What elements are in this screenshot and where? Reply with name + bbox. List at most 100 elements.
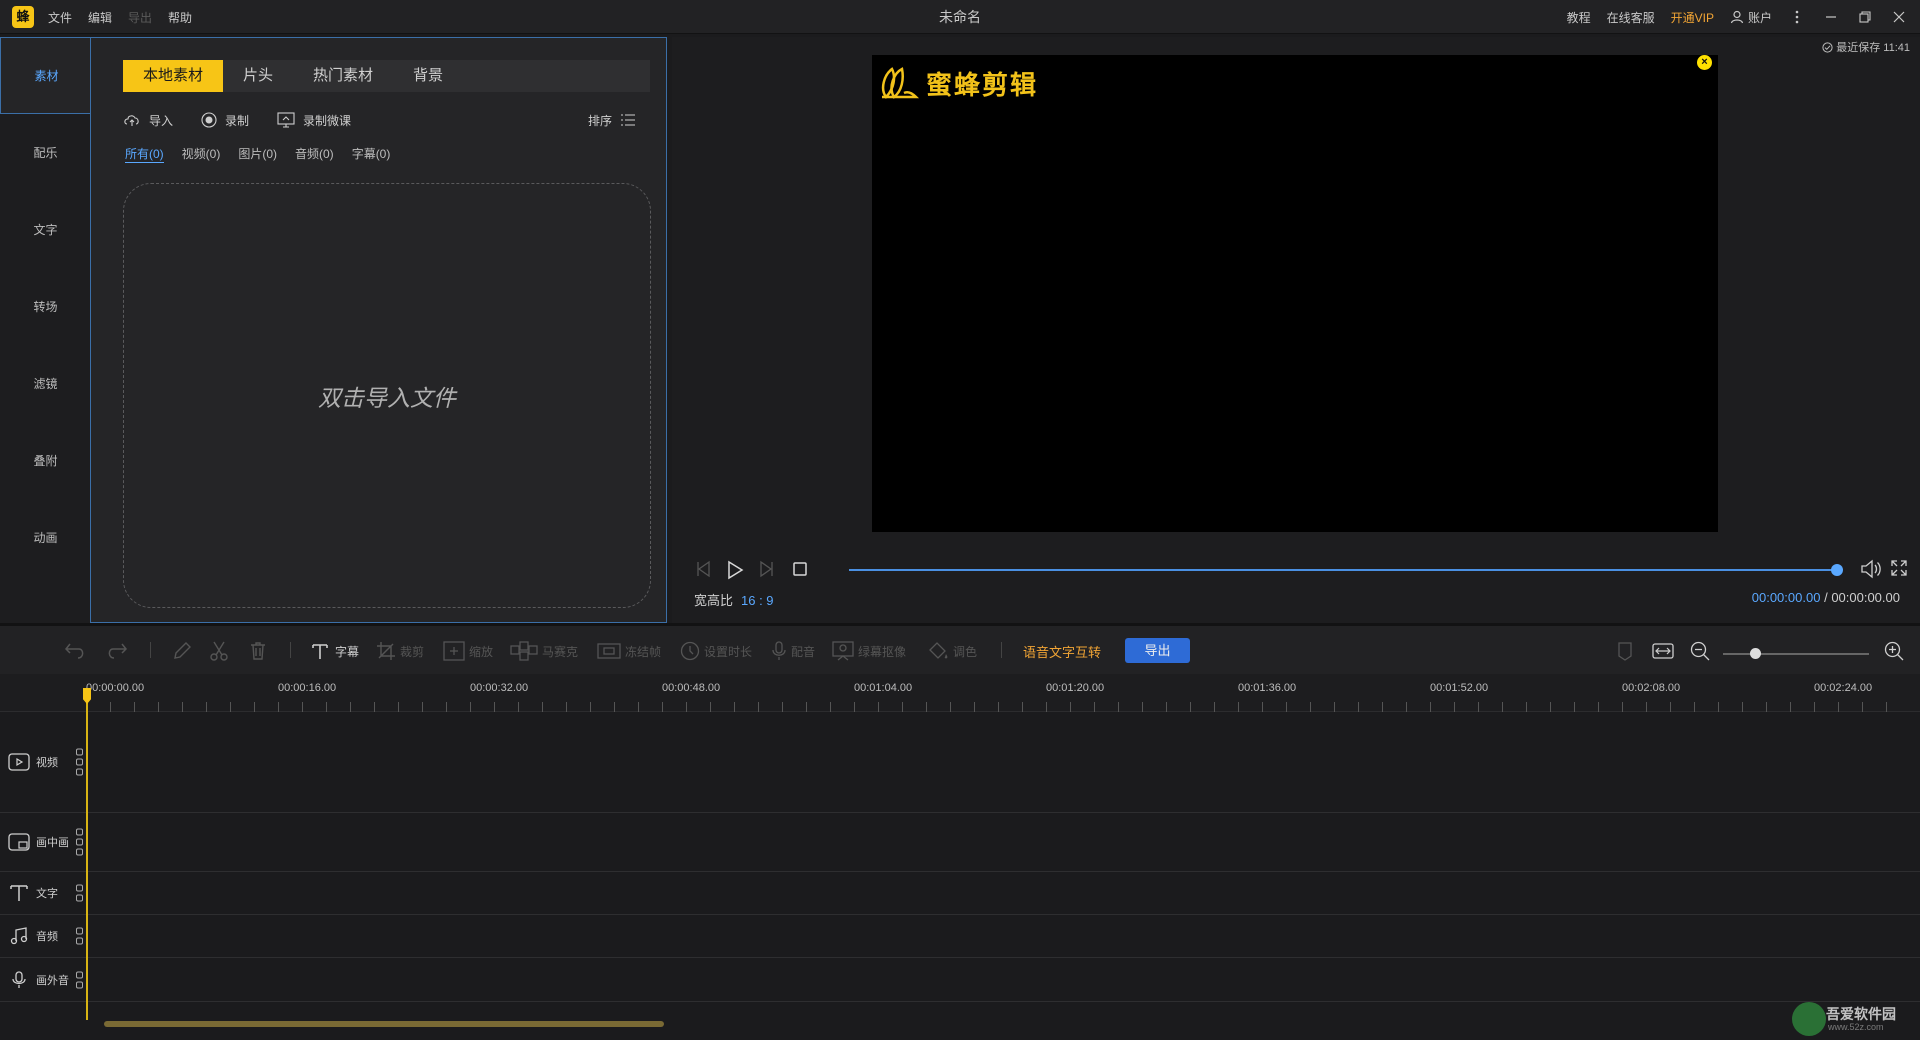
menu-bar: 文件 编辑 导出 帮助 — [48, 0, 192, 34]
volume-icon[interactable] — [1860, 559, 1882, 579]
filter-image[interactable]: 图片(0) — [238, 145, 277, 163]
more-icon[interactable] — [1788, 8, 1806, 26]
fullscreen-icon[interactable] — [1890, 559, 1908, 577]
menu-export: 导出 — [128, 10, 153, 25]
timeline-zoom-knob[interactable] — [1750, 648, 1762, 659]
close-watermark-icon[interactable]: × — [1697, 55, 1712, 70]
support-link[interactable]: 在线客服 — [1607, 9, 1655, 26]
text-track-icon — [10, 885, 28, 901]
account-label: 账户 — [1747, 10, 1772, 25]
import-dropzone[interactable]: 双击导入文件 — [123, 183, 651, 608]
export-button[interactable]: 导出 — [1125, 638, 1190, 663]
track-audio[interactable]: 音频 — [0, 915, 1920, 958]
speech-text-convert-button[interactable]: 语音文字互转 — [1023, 642, 1101, 661]
scissors-icon[interactable] — [209, 640, 229, 662]
nav-item-text[interactable]: 文字 — [0, 192, 91, 269]
lock-icon[interactable] — [76, 884, 83, 892]
tab-hot-media[interactable]: 热门素材 — [293, 60, 393, 92]
tab-background[interactable]: 背景 — [393, 60, 463, 92]
tab-local-media[interactable]: 本地素材 — [123, 60, 224, 92]
marker-icon[interactable] — [1617, 640, 1633, 662]
pencil-icon[interactable] — [172, 640, 192, 662]
filter-all[interactable]: 所有(0) — [125, 145, 164, 163]
nav-item-music[interactable]: 配乐 — [0, 115, 91, 192]
menu-edit[interactable]: 编辑 — [88, 9, 112, 26]
nav-item-animation[interactable]: 动画 — [0, 500, 91, 577]
redo-icon[interactable] — [104, 640, 128, 662]
volume-toggle-icon[interactable] — [76, 927, 83, 935]
import-icon — [124, 115, 139, 126]
track-text[interactable]: 文字 — [0, 872, 1920, 915]
voiceover-tool[interactable]: 配音 — [771, 640, 815, 662]
nav-item-filter[interactable]: 滤镜 — [0, 346, 91, 423]
voiceover-label: 配音 — [791, 644, 816, 659]
aspect-ratio-value[interactable]: 16 : 9 — [741, 593, 774, 608]
tab-intro[interactable]: 片头 — [223, 60, 293, 92]
vip-link[interactable]: 开通VIP — [1671, 9, 1714, 26]
playback-knob[interactable] — [1831, 564, 1843, 576]
restore-icon[interactable] — [1856, 8, 1874, 26]
lock-icon[interactable] — [76, 937, 83, 945]
timeline-horizontal-scrollbar[interactable] — [104, 1021, 664, 1027]
sort-button[interactable]: 排序 — [588, 108, 636, 132]
ruler-label: 00:01:52.00 — [1430, 682, 1489, 694]
chroma-key-tool[interactable]: 绿幕抠像 — [832, 640, 906, 662]
ruler-label: 00:00:16.00 — [278, 682, 337, 694]
watermark-text: 蜜蜂剪辑 — [926, 69, 1039, 100]
record-label: 录制 — [225, 113, 250, 128]
filter-video[interactable]: 视频(0) — [182, 145, 221, 163]
volume-toggle-icon[interactable] — [76, 828, 83, 836]
freeze-frame-tool[interactable]: 冻结帧 — [597, 640, 661, 662]
eye-icon[interactable] — [76, 768, 83, 776]
lock-icon[interactable] — [76, 981, 83, 988]
account-button[interactable]: 账户 — [1730, 9, 1772, 26]
nav-item-transition[interactable]: 转场 — [0, 269, 91, 346]
media-tabs: 本地素材 片头 热门素材 背景 — [123, 60, 650, 92]
close-icon[interactable] — [1890, 8, 1908, 26]
zoom-in-icon[interactable] — [1884, 640, 1904, 662]
next-frame-icon[interactable] — [756, 559, 776, 579]
record-lesson-button[interactable]: 录制微课 — [277, 112, 351, 129]
menu-file[interactable]: 文件 — [48, 9, 72, 26]
subtitle-tool[interactable]: 字幕 — [311, 640, 359, 662]
playhead[interactable] — [86, 690, 88, 1020]
watermark: 蜜蜂剪辑 — [878, 63, 1038, 103]
volume-toggle-icon[interactable] — [76, 748, 83, 756]
minimize-icon[interactable] — [1822, 8, 1840, 26]
prev-frame-icon[interactable] — [694, 559, 714, 579]
nav-item-overlay[interactable]: 叠附 — [0, 423, 91, 500]
lock-icon[interactable] — [76, 838, 83, 846]
eye-icon[interactable] — [76, 894, 83, 902]
stop-icon[interactable] — [790, 559, 810, 579]
trash-icon[interactable] — [248, 640, 268, 662]
volume-toggle-icon[interactable] — [76, 971, 83, 978]
eye-icon[interactable] — [76, 848, 83, 856]
mosaic-tool[interactable]: 马赛克 — [510, 640, 578, 662]
import-button[interactable]: 导入 — [123, 112, 173, 129]
color-adjust-tool[interactable]: 调色 — [927, 640, 977, 662]
timeline-ruler[interactable]: 00:00:00.00 00:00:16.00 00:00:32.00 00:0… — [0, 674, 1920, 712]
fit-width-icon[interactable] — [1652, 640, 1674, 662]
nav-item-media[interactable]: 素材 — [0, 37, 92, 114]
zoom-out-icon[interactable] — [1690, 640, 1710, 662]
tutorial-link[interactable]: 教程 — [1567, 9, 1591, 26]
track-video[interactable]: 视频 — [0, 712, 1920, 813]
crop-tool[interactable]: 裁剪 — [376, 640, 424, 662]
timeline-zoom-slider[interactable] — [1723, 653, 1869, 655]
track-pip[interactable]: 画中画 — [0, 813, 1920, 872]
preview-screen[interactable]: 蜜蜂剪辑 — [872, 55, 1718, 532]
playback-progress[interactable] — [849, 569, 1837, 571]
duration-tool[interactable]: 设置时长 — [680, 640, 752, 662]
zoom-tool[interactable]: 缩放 — [443, 640, 493, 662]
menu-help[interactable]: 帮助 — [168, 9, 192, 26]
preview-panel: 最近保存 11:41 蜜蜂剪辑 × 宽高比 16 : 9 00:00:00.00 … — [672, 37, 1920, 623]
filter-audio[interactable]: 音频(0) — [295, 145, 334, 163]
lock-icon[interactable] — [76, 758, 83, 766]
track-voiceover[interactable]: 画外音 — [0, 958, 1920, 1002]
play-icon[interactable] — [724, 559, 746, 581]
video-track-icon — [8, 753, 30, 771]
filter-subtitle[interactable]: 字幕(0) — [352, 145, 391, 163]
record-button[interactable]: 录制 — [201, 112, 249, 129]
ruler-ticks — [86, 702, 1904, 712]
undo-icon[interactable] — [64, 640, 88, 662]
